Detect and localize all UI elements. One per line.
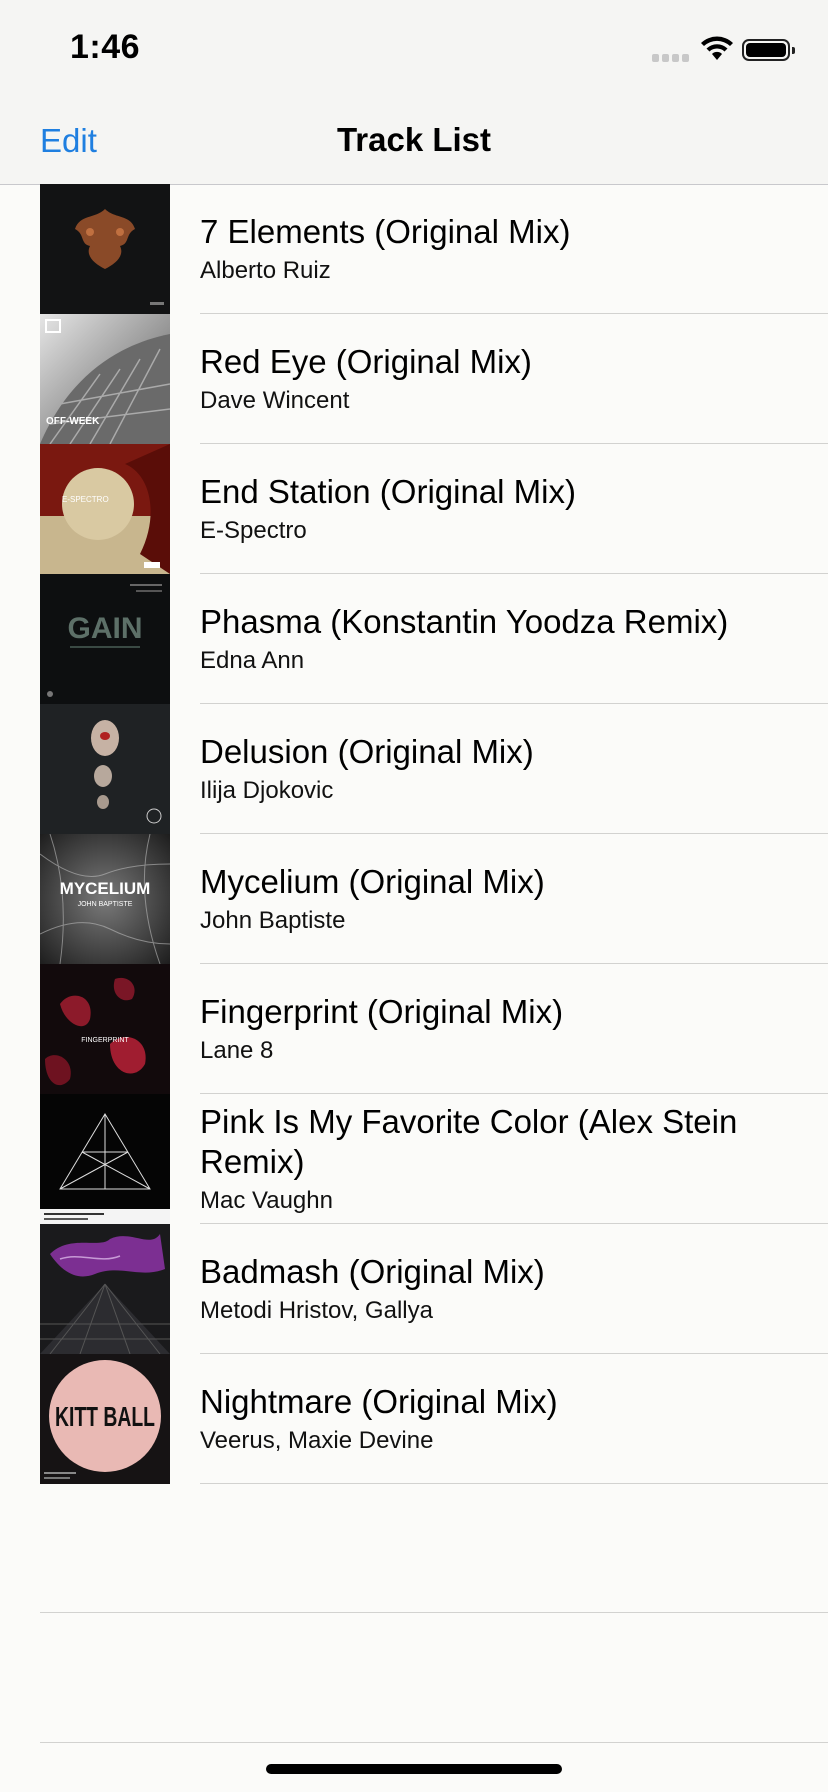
track-artist: E-Spectro — [200, 516, 307, 544]
track-list: 7 Elements (Original Mix) Alberto Ruiz O… — [0, 184, 828, 1484]
artwork-label: MYCELIUM — [60, 879, 151, 898]
track-row[interactable]: 7 Elements (Original Mix) Alberto Ruiz — [0, 184, 828, 314]
track-row[interactable]: KITT BALL Nightmare (Original Mix) Veeru… — [0, 1354, 828, 1484]
empty-row-divider — [40, 1612, 828, 1613]
battery-icon — [742, 39, 795, 61]
status-time: 1:46 — [70, 28, 141, 66]
track-title: Mycelium (Original Mix) — [200, 862, 545, 900]
track-artist: Edna Ann — [200, 646, 305, 674]
artwork-label: KITT BALL — [55, 1401, 155, 1432]
track-artist: Alberto Ruiz — [200, 256, 331, 284]
track-title: Delusion (Original Mix) — [200, 732, 534, 770]
album-artwork: MYCELIUM JOHN BAPTISTE — [40, 834, 170, 964]
empty-row-divider — [40, 1742, 828, 1743]
cellular-signal-icon — [652, 50, 692, 62]
track-row[interactable]: Delusion (Original Mix) Ilija Djokovic — [0, 704, 828, 834]
track-title: 7 Elements (Original Mix) — [200, 212, 571, 250]
track-title: Badmash (Original Mix) — [200, 1252, 545, 1290]
track-title: Phasma (Konstantin Yoodza Remix) — [200, 602, 729, 640]
album-artwork — [40, 1094, 170, 1224]
track-row[interactable]: GAIN Phasma (Konstantin Yoodza Remix) Ed… — [0, 574, 828, 704]
track-artist: Mac Vaughn — [200, 1186, 333, 1214]
wifi-icon — [701, 36, 733, 60]
album-artwork: GAIN — [40, 574, 170, 704]
track-artist: Lane 8 — [200, 1036, 274, 1064]
artwork-label: GAIN — [68, 612, 143, 645]
track-row[interactable]: E-SPECTRO End Station (Original Mix) E-S… — [0, 444, 828, 574]
artwork-label: FINGERPRINT — [81, 1037, 129, 1044]
track-title: End Station (Original Mix) — [200, 472, 576, 510]
artwork-label: E-SPECTRO — [62, 495, 109, 504]
track-row[interactable]: FINGERPRINT Fingerprint (Original Mix) L… — [0, 964, 828, 1094]
album-artwork: E-SPECTRO — [40, 444, 170, 574]
track-row[interactable]: MYCELIUM JOHN BAPTISTE Mycelium (Origina… — [0, 834, 828, 964]
track-artist: Dave Wincent — [200, 386, 350, 414]
track-title: Pink Is My Favorite Color (Alex Stein Re… — [200, 1102, 738, 1180]
track-row[interactable]: Badmash (Original Mix) Metodi Hristov, G… — [0, 1224, 828, 1354]
navigation-bar: Edit Track List — [0, 100, 828, 185]
page-title: Track List — [336, 121, 492, 158]
artwork-sublabel: JOHN BAPTISTE — [78, 901, 133, 908]
home-indicator[interactable] — [266, 1764, 562, 1774]
row-divider — [200, 1483, 828, 1484]
track-title: Red Eye (Original Mix) — [200, 342, 532, 380]
track-row[interactable]: OFF-WEEK Red Eye (Original Mix) Dave Win… — [0, 314, 828, 444]
album-artwork — [40, 184, 170, 314]
album-artwork: KITT BALL — [40, 1354, 170, 1484]
track-artist: John Baptiste — [200, 906, 346, 934]
album-artwork — [40, 1224, 170, 1354]
track-artist: Metodi Hristov, Gallya — [200, 1296, 433, 1324]
track-title: Fingerprint (Original Mix) — [200, 992, 564, 1030]
artwork-label: OFF-WEEK — [46, 416, 100, 427]
status-bar: 1:46 — [0, 0, 828, 100]
album-artwork: FINGERPRINT — [40, 964, 170, 1094]
album-artwork: OFF-WEEK — [40, 314, 170, 444]
track-artist: Ilija Djokovic — [200, 776, 334, 804]
track-title: Nightmare (Original Mix) — [200, 1382, 558, 1420]
album-artwork — [40, 704, 170, 834]
track-artist: Veerus, Maxie Devine — [200, 1426, 434, 1454]
track-row[interactable]: Pink Is My Favorite Color (Alex Stein Re… — [0, 1094, 828, 1224]
